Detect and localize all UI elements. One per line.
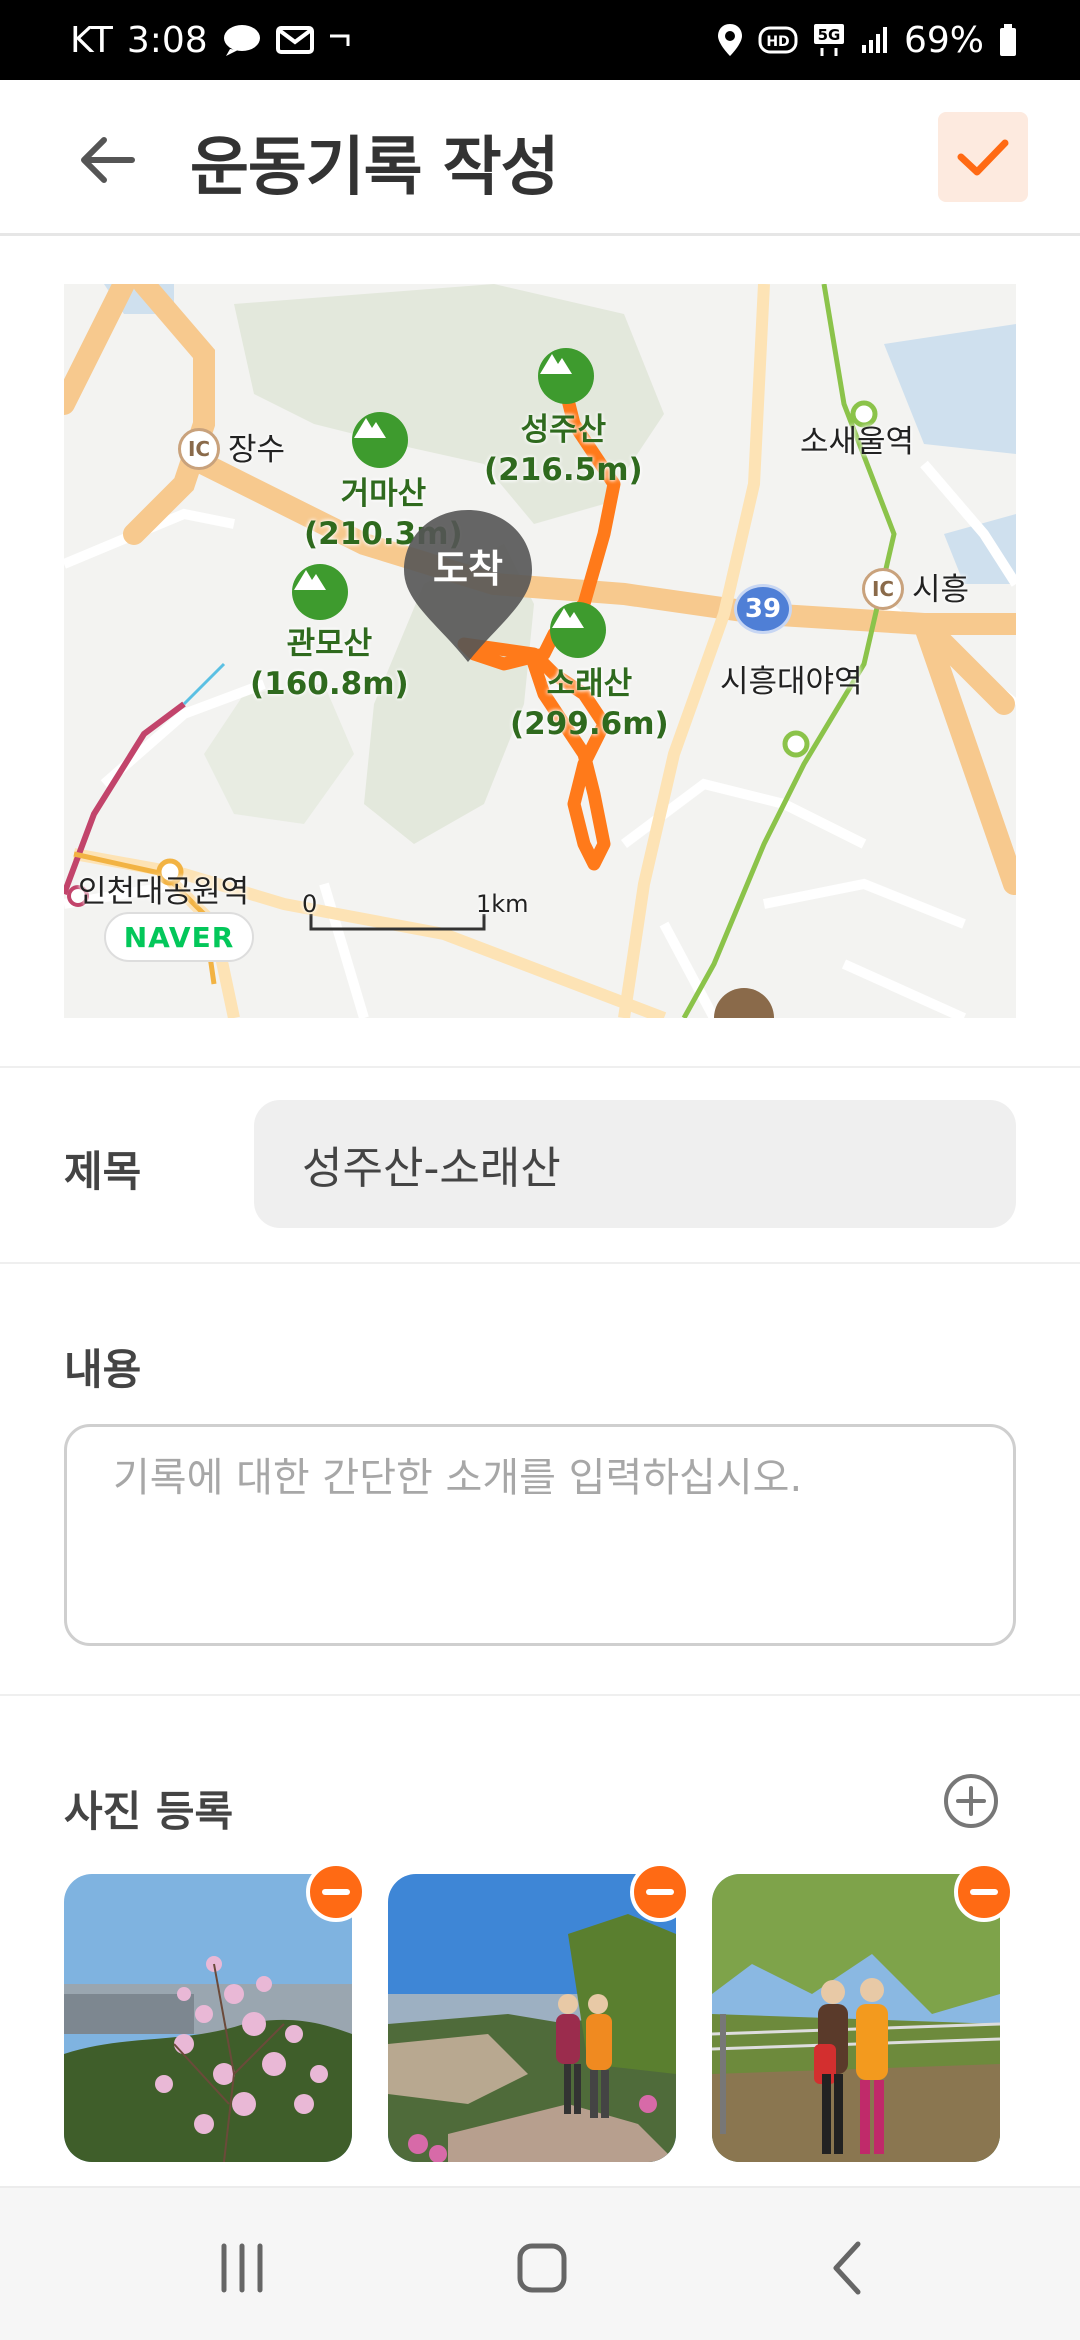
photo-thumbnail[interactable] [64, 1874, 352, 2162]
chat-bubble-icon [222, 23, 262, 57]
recent-apps-icon [221, 2243, 263, 2293]
battery-percent: 69% [903, 19, 984, 61]
divider [0, 1066, 1080, 1068]
chevron-left-icon [833, 2241, 861, 2295]
mountain-icon [550, 602, 606, 658]
divider [0, 1262, 1080, 1264]
arrival-label: 도착 [433, 547, 503, 591]
content-label: 내용 [64, 1345, 142, 1394]
photo-label: 사진 등록 [64, 1787, 234, 1836]
page-title: 운동기록 작성 [190, 131, 560, 205]
arrival-marker[interactable]: 도착 [398, 506, 538, 666]
system-nav-bar [0, 2186, 1080, 2340]
more-notifications-icon [328, 30, 352, 50]
mountain-name: 성주산 [520, 412, 607, 448]
photo-thumbnail[interactable] [388, 1874, 676, 2162]
scale-end: 1km [476, 890, 529, 918]
arrow-left-icon [81, 137, 135, 183]
mountain-label-gwanmo: 관모산 (160.8m) [250, 624, 409, 704]
divider [0, 1694, 1080, 1696]
hd-voice-icon: HD [758, 25, 798, 55]
mountain-label-seongju: 성주산 (216.5m) [484, 410, 643, 490]
place-label-siheung-ic: 시흥 [912, 572, 970, 608]
ic-badge: IC [178, 428, 220, 470]
back-button[interactable] [68, 120, 148, 200]
minus-circle-icon [646, 1889, 674, 1895]
photo-image [712, 1874, 1000, 2162]
mountain-name: 소래산 [546, 666, 633, 702]
place-label-incheon-park: 인천대공원역 [78, 874, 250, 910]
status-bar-right: HD 5G 69% [716, 0, 1018, 80]
minus-circle-icon [322, 1889, 350, 1895]
naver-logo: NAVER [104, 912, 254, 962]
confirm-button[interactable] [938, 112, 1028, 202]
title-input[interactable] [254, 1100, 1016, 1228]
add-photo-button[interactable] [942, 1772, 1000, 1830]
place-label-siheungdaeya: 시흥대야역 [720, 664, 863, 700]
place-label-sosaeul: 소새울역 [800, 424, 915, 460]
ic-badge: IC [862, 568, 904, 610]
location-icon [716, 22, 744, 58]
photo-image [64, 1874, 352, 2162]
mountain-height: (160.8m) [250, 666, 409, 702]
remove-photo-button[interactable] [306, 1862, 366, 1922]
status-bar-left: KT 3:08 [70, 0, 352, 80]
back-nav-button[interactable] [808, 2228, 888, 2308]
mountain-height: (299.6m) [510, 706, 669, 742]
mountain-icon [352, 412, 408, 468]
route-map[interactable]: 성주산 (216.5m) 거마산 (210.3m) 관모산 (160.8m) 소… [64, 284, 1016, 1018]
plus-circle-icon [944, 1774, 998, 1828]
clock: 3:08 [126, 19, 208, 61]
mountain-icon [538, 348, 594, 404]
signal-icon [860, 25, 890, 55]
recent-apps-button[interactable] [202, 2228, 282, 2308]
svg-text:HD: HD [766, 34, 789, 50]
content-input[interactable] [64, 1424, 1016, 1646]
photo-thumbnail[interactable] [712, 1874, 1000, 2162]
mountain-label-sorae: 소래산 (299.6m) [510, 664, 669, 744]
mail-icon [275, 25, 314, 55]
battery-icon [998, 23, 1018, 57]
check-icon [957, 139, 1009, 176]
network-type-icon: 5G [812, 22, 846, 58]
app-bar: 운동기록 작성 [0, 80, 1080, 236]
photo-image [388, 1874, 676, 2162]
remove-photo-button[interactable] [954, 1862, 1014, 1922]
route-number-badge: 39 [734, 584, 792, 634]
status-bar: KT 3:08 HD 5G 69% [0, 0, 1080, 80]
scale-start: 0 [302, 890, 318, 918]
remove-photo-button[interactable] [630, 1862, 690, 1922]
carrier-label: KT [70, 19, 113, 61]
mountain-icon [292, 564, 348, 620]
home-button[interactable] [502, 2228, 582, 2308]
place-label-jangsu: 장수 [228, 432, 286, 468]
mountain-name: 관모산 [286, 626, 373, 662]
minus-circle-icon [970, 1889, 998, 1895]
svg-text:5G: 5G [818, 26, 841, 44]
title-label: 제목 [64, 1147, 142, 1196]
mountain-height: (216.5m) [484, 452, 643, 488]
home-icon [517, 2243, 567, 2293]
